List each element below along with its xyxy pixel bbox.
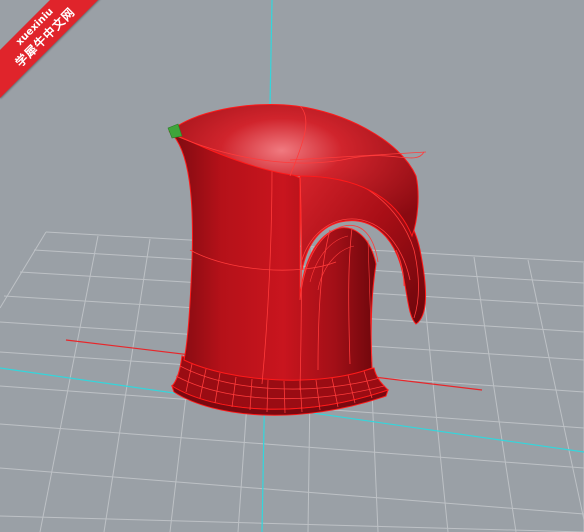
watermark-badge: xuexiniu 学犀牛中文网 xyxy=(0,0,120,120)
rhino-perspective-viewport[interactable]: xuexiniu 学犀牛中文网 xyxy=(0,0,584,532)
watermark-ribbon: xuexiniu 学犀牛中文网 xyxy=(0,0,107,99)
